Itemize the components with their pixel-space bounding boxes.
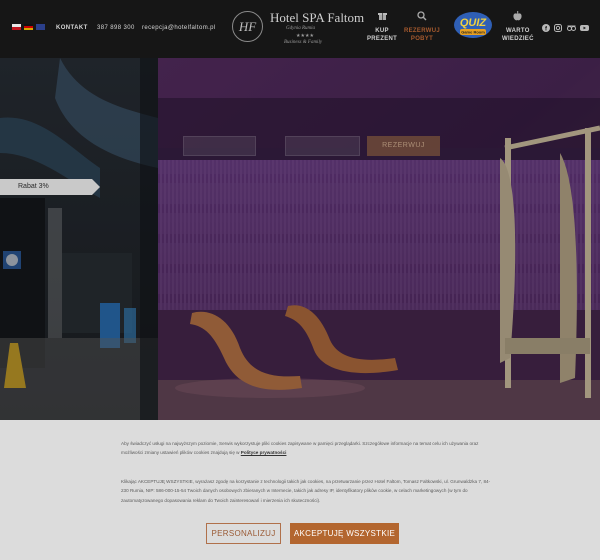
logo-stars: ★★★★ bbox=[296, 33, 314, 39]
logo-monogram[interactable]: HF bbox=[232, 11, 263, 42]
nav-label: WIEDZIEĆ bbox=[502, 36, 534, 42]
apple-icon bbox=[502, 11, 534, 23]
accept-all-button[interactable]: AKCEPTUJĘ WSZYSTKIE bbox=[290, 523, 399, 544]
email-link[interactable]: recepcja@hotelfaltom.pl bbox=[142, 25, 216, 31]
privacy-policy-link[interactable]: Polityce prywatności bbox=[241, 450, 287, 455]
nav-label: WARTO bbox=[506, 28, 530, 34]
instagram-icon[interactable] bbox=[554, 24, 562, 34]
language-switcher bbox=[12, 24, 45, 30]
facebook-icon[interactable]: f bbox=[542, 24, 550, 34]
personalize-button[interactable]: PERSONALIZUJ bbox=[206, 523, 281, 544]
gift-icon bbox=[367, 11, 397, 23]
nav-label: PREZENT bbox=[367, 36, 398, 42]
logo-subtitle: Gdynia Rumia bbox=[286, 26, 316, 31]
flag-de-icon[interactable] bbox=[24, 24, 33, 30]
quiz-logo-subtitle: Game Room bbox=[461, 30, 485, 35]
book-button[interactable]: REZERWUJ bbox=[367, 136, 440, 156]
quiz-logo-title: QUIZ bbox=[460, 17, 488, 29]
contact-link[interactable]: KONTAKT bbox=[56, 25, 88, 31]
checkout-date-input[interactable] bbox=[285, 136, 360, 156]
hero-photo bbox=[0, 58, 600, 420]
quiz-logo[interactable]: QUIZ Game Room bbox=[453, 10, 493, 40]
logo-title[interactable]: Hotel SPA Faltom bbox=[270, 10, 364, 26]
youtube-icon[interactable] bbox=[580, 24, 589, 34]
nav-book-stay[interactable]: REZERWUJ POBYT bbox=[404, 11, 440, 43]
site-header: KONTAKT 387 898 300 recepcja@hotelfaltom… bbox=[0, 0, 600, 58]
hero-image: REZERWUJ Rabat 3% bbox=[0, 58, 600, 420]
flag-en-icon[interactable] bbox=[36, 24, 45, 30]
cookie-info-paragraph: Aby świadczyć usługi na najwyższym pozio… bbox=[121, 439, 493, 458]
nav-label: POBYT bbox=[410, 36, 434, 42]
logo-tagline: Business & Family bbox=[284, 40, 323, 45]
tripadvisor-icon[interactable] bbox=[567, 24, 576, 34]
search-icon bbox=[404, 11, 440, 23]
discount-badge[interactable]: Rabat 3% bbox=[0, 179, 100, 195]
phone-link[interactable]: 387 898 300 bbox=[97, 25, 135, 31]
nav-buy-gift[interactable]: KUP PREZENT bbox=[367, 11, 397, 43]
cookie-info-text: Aby świadczyć usługi na najwyższym pozio… bbox=[121, 441, 479, 456]
cookie-consent-paragraph: Klikając AKCEPTUJĘ WSZYSTKIE, wyrażasz z… bbox=[121, 479, 491, 503]
nav-label: KUP bbox=[375, 28, 389, 34]
flag-pl-icon[interactable] bbox=[12, 24, 21, 30]
nav-label: REZERWUJ bbox=[404, 28, 440, 34]
nav-good-to-know[interactable]: WARTO WIEDZIEĆ bbox=[502, 11, 534, 43]
checkin-date-input[interactable] bbox=[183, 136, 256, 156]
